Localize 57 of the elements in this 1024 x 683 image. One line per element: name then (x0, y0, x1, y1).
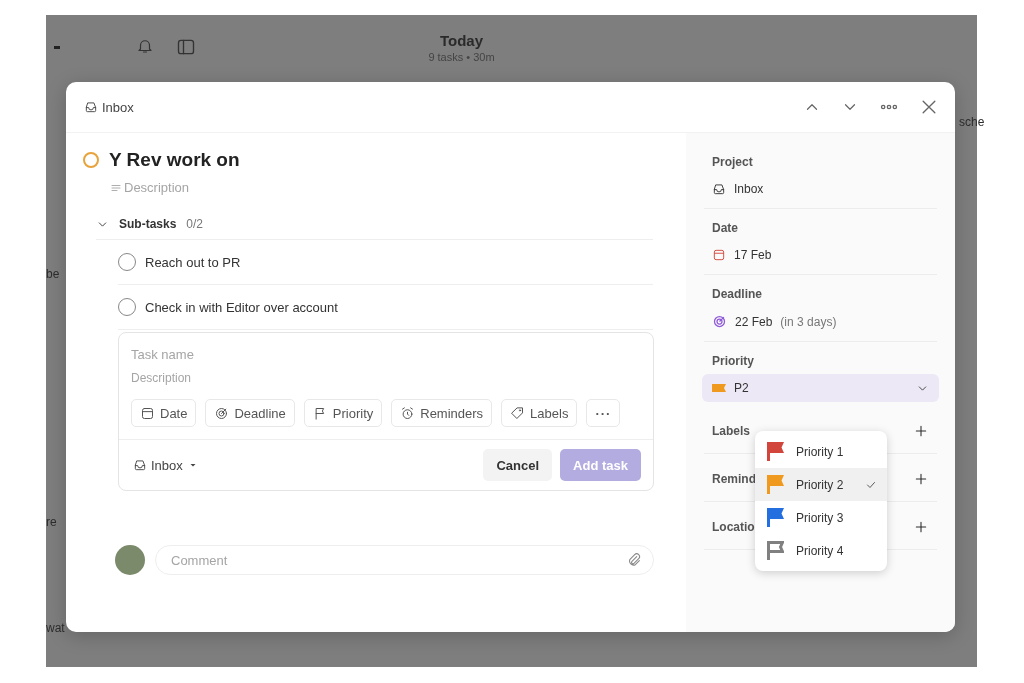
subtasks-heading[interactable]: Sub-tasks (119, 217, 177, 231)
calendar-icon (140, 405, 155, 421)
comment-field[interactable]: Comment (155, 545, 654, 575)
page-title: Today (439, 31, 484, 49)
labels-button[interactable]: Labels (501, 399, 578, 427)
deadline-value[interactable]: 22 Feb (735, 314, 773, 329)
field-label: Priority (712, 354, 755, 368)
deadline-button[interactable]: Deadline (205, 399, 295, 427)
description-field[interactable]: Description (131, 371, 641, 385)
field-label: Date (712, 221, 739, 235)
bell-icon[interactable] (136, 37, 154, 55)
inbox-icon (84, 100, 98, 114)
plus-icon[interactable] (913, 423, 929, 439)
project-value[interactable]: Inbox (734, 182, 764, 196)
alarm-icon (400, 405, 416, 421)
avatar (115, 545, 145, 575)
plus-icon[interactable] (913, 471, 929, 487)
deadline-note: (in 3 days) (780, 314, 837, 329)
breadcrumb-project[interactable]: Inbox (102, 99, 134, 115)
priority-option[interactable]: Priority 2 (755, 468, 887, 501)
tag-icon (510, 405, 526, 421)
date-button[interactable]: Date (131, 399, 197, 427)
reminders-button[interactable]: Reminders (391, 399, 493, 427)
task-name-field[interactable]: Task name (131, 347, 641, 362)
inbox-icon (712, 182, 726, 196)
inbox-icon (133, 458, 147, 472)
sidebar-toggle-icon[interactable] (176, 37, 196, 57)
project-picker[interactable]: Inbox (133, 457, 199, 473)
priority-option[interactable]: Priority 3 (755, 501, 887, 534)
task-checkbox[interactable] (83, 152, 99, 168)
task-title[interactable]: Y Rev work on (109, 149, 240, 171)
subtask-name[interactable]: Reach out to PR (145, 254, 241, 270)
field-label: Labels (712, 424, 750, 438)
target-icon (214, 405, 230, 421)
priority-button[interactable]: Priority (303, 399, 383, 427)
field-label: Remind (712, 472, 756, 486)
calendar-icon (712, 248, 726, 262)
priority-option[interactable]: Priority 1 (755, 435, 887, 468)
cancel-button[interactable]: Cancel (483, 449, 553, 481)
paperclip-icon (626, 552, 642, 568)
background-text: re (46, 515, 57, 529)
logo-mark (54, 45, 60, 49)
date-value[interactable]: 17 Feb (734, 248, 772, 262)
field-label: Deadline (712, 287, 763, 301)
subtask-name[interactable]: Check in with Editor over account (145, 299, 338, 315)
field-label: Locatio (712, 520, 755, 534)
priority-option[interactable]: Priority 4 (755, 534, 887, 567)
subtasks-count: 0/2 (186, 217, 204, 231)
page-subtitle: 9 tasks • 30m (428, 50, 495, 63)
field-label: Project (712, 155, 754, 169)
plus-icon[interactable] (913, 519, 929, 535)
description-field[interactable]: Description (124, 180, 324, 195)
more-options-button[interactable]: ··· (586, 399, 621, 427)
background-text: wat (46, 621, 65, 635)
priority-select[interactable]: P2 (702, 374, 939, 402)
target-icon (712, 314, 727, 329)
background-text: be (46, 267, 60, 281)
